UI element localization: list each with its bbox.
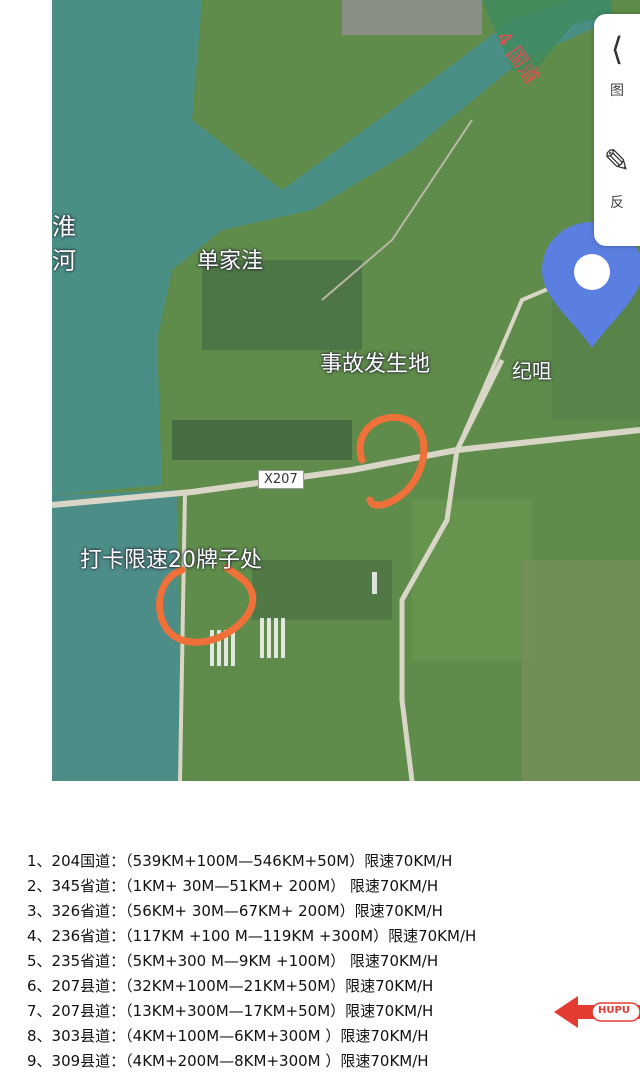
list-item: 9、309县道：（4KM+200M—8KM+300M ）限速70KM/H bbox=[27, 1052, 429, 1070]
village-label: 单家洼 bbox=[197, 249, 264, 274]
list-item: 2、345省道：（1KM+ 30M—51KM+ 200M） 限速70KM/H bbox=[27, 877, 439, 895]
accident-site-label: 事故发生地 bbox=[320, 352, 431, 377]
list-item: 3、326省道：（56KM+ 30M—67KM+ 200M）限速70KM/H bbox=[27, 902, 443, 920]
red-arrow-icon: HUPU bbox=[552, 992, 640, 1032]
feedback-button[interactable]: ✎ 反 bbox=[594, 126, 640, 226]
river-label: 淮 河 bbox=[52, 213, 76, 275]
map-graphics bbox=[52, 0, 640, 781]
speed-limit-list: 1、204国道：（539KM+100M—546KM+50M）限速70KM/H 2… bbox=[0, 840, 640, 1073]
feedback-button-label: 反 bbox=[610, 195, 624, 211]
speed-sign-label: 打卡限速20牌子处 bbox=[80, 548, 262, 573]
arrow-tag-text: HUPU bbox=[598, 1005, 630, 1016]
layers-icon: ⟨ bbox=[610, 30, 624, 68]
satellite-map[interactable]: 淮 河 单家洼 事故发生地 纪咀 打卡限速20牌子处 4 国道 X207 bbox=[52, 0, 640, 781]
layers-button-label: 图 bbox=[610, 83, 624, 99]
list-item: 7、207县道：（13KM+300M—17KM+50M）限速70KM/H bbox=[27, 1002, 434, 1020]
road-tag-x207: X207 bbox=[258, 470, 304, 489]
list-item: 8、303县道：（4KM+100M—6KM+300M ）限速70KM/H bbox=[27, 1027, 429, 1045]
layers-button[interactable]: ⟨ 图 bbox=[594, 14, 640, 114]
map-tool-panel: ⟨ 图 ✎ 反 bbox=[594, 14, 640, 246]
town-label: 纪咀 bbox=[512, 359, 552, 383]
list-item: 5、235省道：（5KM+300 M—9KM +100M） 限速70KM/H bbox=[27, 952, 439, 970]
list-item: 6、207县道：（32KM+100M—21KM+50M）限速70KM/H bbox=[27, 977, 434, 995]
list-item: 4、236省道：（117KM +100 M—119KM +300M）限速70KM… bbox=[27, 927, 477, 945]
feedback-icon: ✎ bbox=[603, 142, 631, 180]
list-item: 1、204国道：（539KM+100M—546KM+50M）限速70KM/H bbox=[27, 852, 453, 870]
